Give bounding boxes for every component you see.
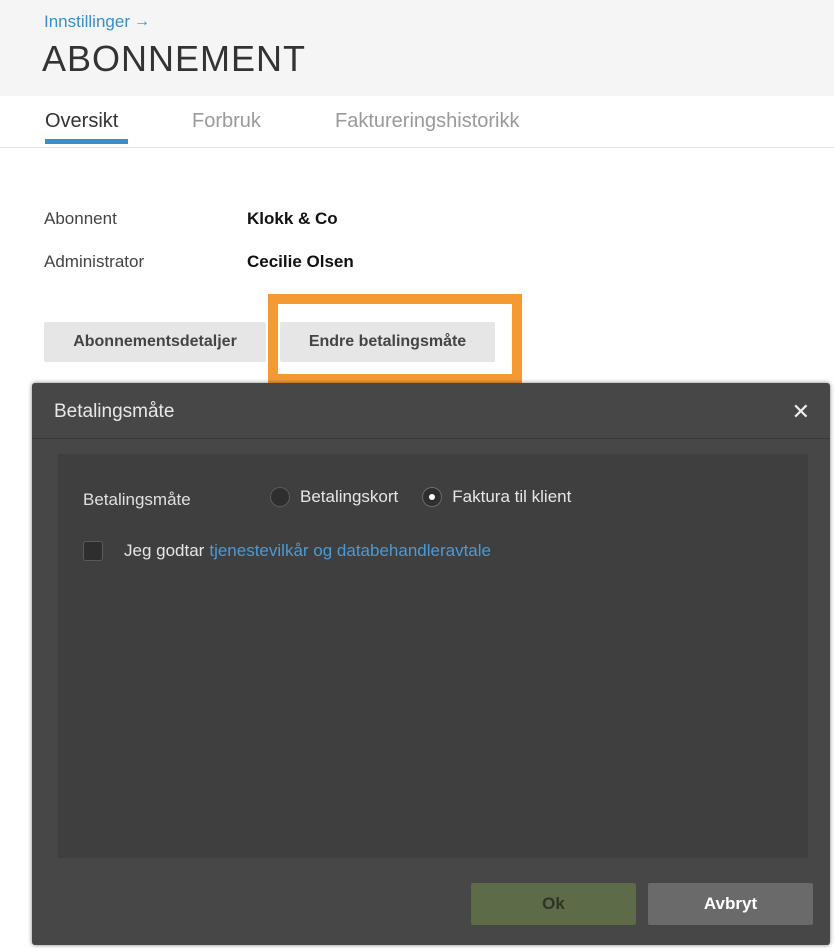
arrow-right-icon: → [134,13,150,30]
radio-button-selected[interactable] [422,487,443,507]
close-icon[interactable]: ✕ [792,399,810,425]
breadcrumb-link[interactable]: Innstillinger [44,12,130,32]
dialog-title: Betalingsmåte [54,401,175,422]
radio-option-betalingskort[interactable]: Betalingskort [270,487,398,507]
terms-link[interactable]: tjenestevilkår og databehandleravtale [209,541,491,561]
dialog-body: Betalingsmåte Betalingskort Faktura til … [58,454,808,858]
tab-bar: Oversikt Forbruk Faktureringshistorikk [0,96,834,148]
admin-label: Administrator [44,252,145,271]
radio-dot-icon [429,494,436,500]
tab-oversikt[interactable]: Oversikt [45,110,129,146]
subscriber-value: Klokk & Co [247,209,338,228]
payment-method-label: Betalingsmåte [83,490,191,509]
breadcrumb[interactable]: Innstillinger → [44,12,150,32]
terms-text: Jeg godtar [124,541,205,560]
radio-option-faktura[interactable]: Faktura til klient [422,487,571,507]
terms-checkbox[interactable] [83,541,103,561]
tab-forbruk[interactable]: Forbruk [192,110,261,146]
radio-label: Faktura til klient [452,487,572,506]
tab-faktureringshistorikk[interactable]: Faktureringshistorikk [335,110,520,146]
highlight-frame [268,294,522,384]
subscription-details-button[interactable]: Abonnementsdetaljer [44,322,266,362]
payment-method-dialog: Betalingsmåte ✕ Betalingsmåte Betalingsk… [32,383,830,945]
subscriber-label: Abonnent [44,209,117,228]
dialog-header: Betalingsmåte ✕ [32,383,830,439]
terms-row: Jeg godtar tjenestevilkår og databehandl… [83,541,491,561]
radio-label: Betalingskort [300,487,399,506]
admin-value: Cecilie Olsen [247,252,354,271]
radio-button[interactable] [270,487,290,507]
ok-button[interactable]: Ok [471,883,636,925]
payment-method-radio-group: Betalingskort Faktura til klient [270,487,595,507]
page-title: ABONNEMENT [42,38,307,79]
cancel-button[interactable]: Avbryt [648,883,813,925]
page: Innstillinger → ABONNEMENT Oversikt Forb… [0,0,834,948]
page-header: Innstillinger → ABONNEMENT [0,0,834,96]
